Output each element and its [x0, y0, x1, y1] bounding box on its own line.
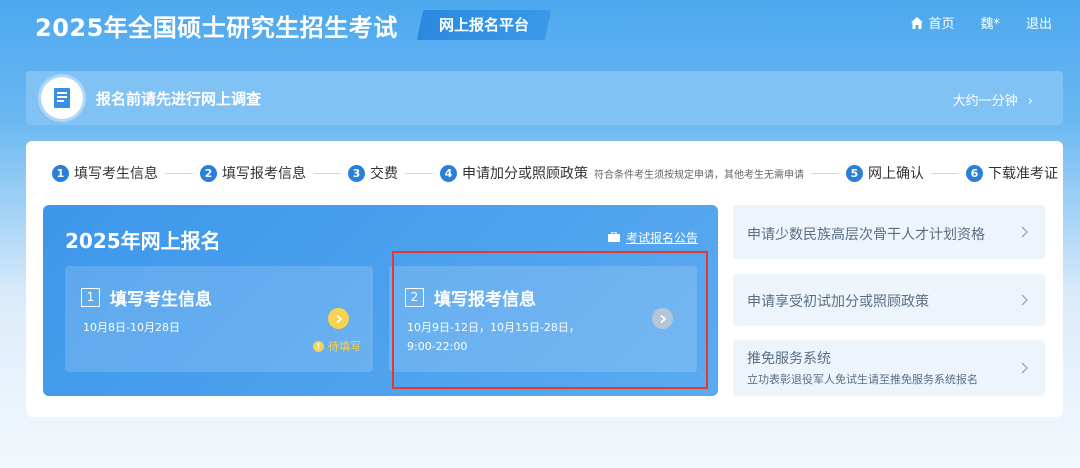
step-number: 1 — [52, 164, 69, 182]
step-progress: 1 填写考生信息 2 填写报考信息 3 交费 4 申请加分或照顾政策 符合条件考… — [52, 163, 1058, 183]
step-label: 填写报考信息 — [222, 166, 306, 182]
online-registration-panel: 2025年网上报名 考试报名公告 1 填写考生信息 10月8日-10月28日 !… — [43, 205, 718, 396]
pending-label: 待填写 — [328, 340, 361, 353]
step-4: 4 申请加分或照顾政策 符合条件考生须按规定申请，其他考生无需申请 — [440, 163, 804, 183]
briefcase-icon — [607, 230, 620, 245]
side-label: 推免服务系统 — [747, 351, 831, 367]
box-time-range: 9:00-22:00 — [407, 340, 468, 353]
survey-duration-link[interactable]: 大约一分钟 › — [953, 90, 1033, 109]
arrow-right-icon[interactable] — [652, 308, 673, 329]
step-divider — [165, 172, 193, 174]
step-note: 符合条件考生须按规定申请，其他考生无需申请 — [594, 169, 804, 181]
fill-candidate-info-card[interactable]: 1 填写考生信息 10月8日-10月28日 ! 待填写 — [65, 266, 373, 372]
step-divider — [811, 172, 839, 174]
step-divider — [405, 172, 433, 174]
pending-status: ! 待填写 — [313, 338, 361, 354]
box-date: 10月9日-12日，10月15日-28日， 9:00-22:00 — [407, 318, 607, 356]
box-date: 10月8日-10月28日 — [83, 321, 180, 334]
box-number: 1 — [81, 288, 100, 307]
step-label: 下载准考证 — [988, 166, 1058, 182]
chevron-right-icon — [1021, 226, 1028, 238]
registration-card: 1 填写考生信息 2 填写报考信息 3 交费 4 申请加分或照顾政策 符合条件考… — [26, 141, 1063, 417]
bonus-points-policy-link[interactable]: 申请享受初试加分或照顾政策 — [733, 274, 1045, 326]
step-label: 填写考生信息 — [74, 166, 158, 182]
arrow-right-icon[interactable] — [328, 308, 349, 329]
box-date-range: 10月9日-12日，10月15日-28日， — [407, 321, 580, 334]
step-number: 5 — [846, 164, 863, 182]
minority-talent-plan-link[interactable]: 申请少数民族高层次骨干人才计划资格 — [733, 205, 1045, 259]
header: 2025年全国硕士研究生招生考试 网上报名平台 首页 魏* 退出 — [0, 0, 1080, 50]
step-label: 申请加分或照顾政策 — [462, 166, 588, 182]
exam-notice-link[interactable]: 考试报名公告 — [607, 229, 698, 246]
chevron-right-icon — [1021, 294, 1028, 306]
chevron-right-icon: › — [1027, 94, 1033, 109]
home-icon — [910, 16, 924, 30]
top-nav: 首页 魏* 退出 — [910, 13, 1052, 32]
survey-banner[interactable]: 报名前请先进行网上调查 大约一分钟 › — [26, 71, 1063, 125]
exam-notice-label: 考试报名公告 — [625, 231, 698, 245]
survey-duration-label: 大约一分钟 — [952, 94, 1018, 109]
panel-title: 2025年网上报名 — [65, 229, 221, 253]
info-icon: ! — [313, 340, 324, 352]
exemption-service-link[interactable]: 推免服务系统 立功表彰退役军人免试生请至推免服务系统报名 — [733, 340, 1045, 396]
step-number: 3 — [348, 164, 365, 182]
box-title: 填写考生信息 — [110, 290, 212, 310]
step-divider — [931, 172, 959, 174]
chevron-right-icon — [1021, 362, 1028, 374]
step-3: 3 交费 — [348, 163, 398, 183]
step-2: 2 填写报考信息 — [200, 163, 306, 183]
survey-document-icon — [41, 77, 83, 119]
site-title: 2025年全国硕士研究生招生考试 — [35, 14, 398, 42]
step-number: 6 — [966, 164, 983, 182]
step-number: 2 — [200, 164, 217, 182]
nav-home-link[interactable]: 首页 — [910, 13, 954, 32]
step-number: 4 — [440, 164, 457, 182]
step-label: 网上确认 — [868, 166, 924, 182]
box-number: 2 — [405, 288, 424, 307]
step-label: 交费 — [370, 166, 398, 182]
step-5: 5 网上确认 — [846, 163, 924, 183]
nav-home-label: 首页 — [928, 17, 955, 32]
step-divider — [313, 172, 341, 174]
side-sublabel: 立功表彰退役军人免试生请至推免服务系统报名 — [747, 373, 978, 386]
platform-label: 网上报名平台 — [438, 16, 529, 34]
nav-logout-link[interactable]: 退出 — [1026, 13, 1052, 32]
step-1: 1 填写考生信息 — [52, 163, 158, 183]
box-title: 填写报考信息 — [434, 290, 536, 310]
side-label: 申请享受初试加分或照顾政策 — [747, 294, 929, 310]
survey-text: 报名前请先进行网上调查 — [96, 90, 262, 108]
fill-application-info-card[interactable]: 2 填写报考信息 10月9日-12日，10月15日-28日， 9:00-22:0… — [389, 266, 697, 372]
nav-user-name[interactable]: 魏* — [980, 13, 1000, 32]
step-6: 6 下载准考证 — [966, 163, 1058, 183]
platform-badge: 网上报名平台 — [416, 10, 552, 40]
side-label: 申请少数民族高层次骨干人才计划资格 — [747, 227, 985, 243]
